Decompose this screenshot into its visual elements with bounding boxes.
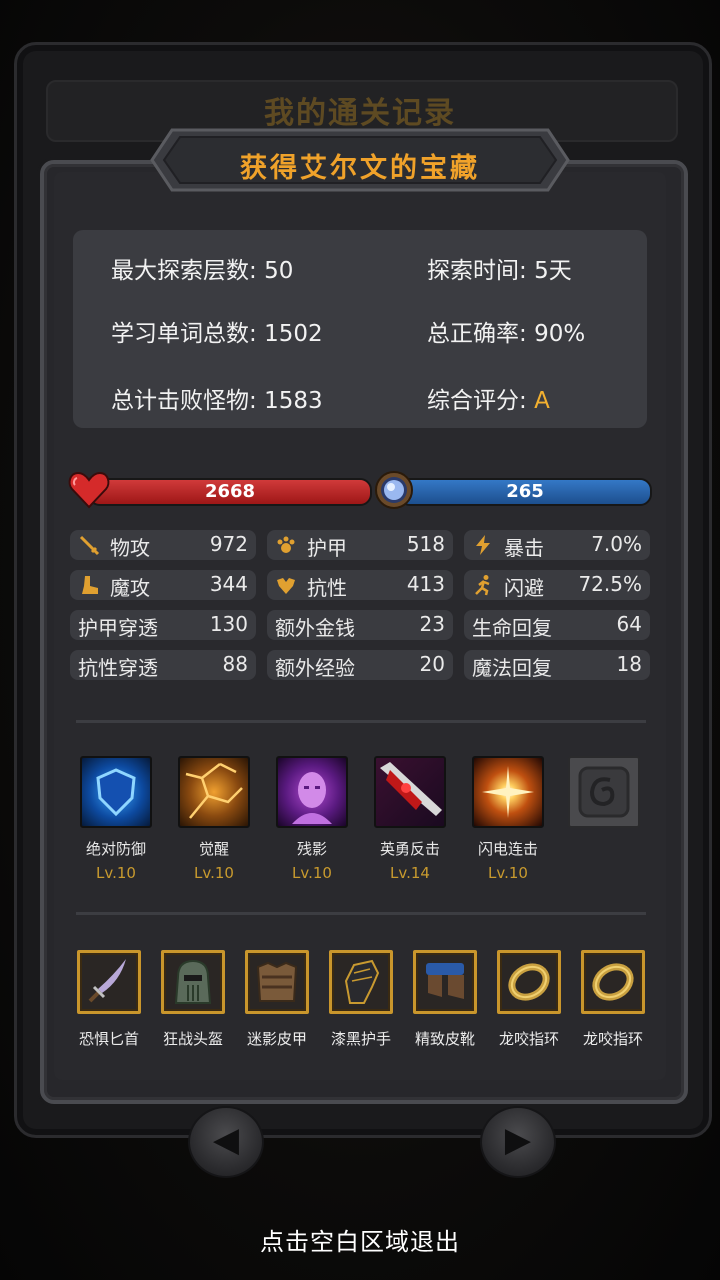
flash-burst-icon	[472, 756, 544, 828]
back-panel-title: 我的通关记录	[264, 96, 456, 131]
divider	[76, 912, 646, 915]
awakening-cracks-icon	[178, 756, 250, 828]
ring-icon	[581, 950, 645, 1014]
gauntlet-icon	[329, 950, 393, 1014]
stat-hp-regen: 生命回复 64	[464, 610, 650, 640]
purple-face-icon	[276, 756, 348, 828]
bloody-blade-icon	[374, 756, 446, 828]
record-max-floor: 最大探索层数: 50	[111, 258, 294, 284]
helmet-icon	[161, 950, 225, 1014]
stat-critical: 暴击 7.0%	[464, 530, 650, 560]
stat-physical-attack: 物攻 972	[70, 530, 256, 560]
record-monsters: 总计击败怪物: 1583	[111, 388, 323, 414]
mana-orb-icon	[375, 471, 413, 509]
exit-hint: 点击空白区域退出	[260, 1228, 460, 1256]
record-explore-time: 探索时间: 5天	[427, 258, 572, 284]
resistance-icon	[277, 578, 295, 594]
stat-magic-attack: 魔攻 344	[70, 570, 256, 600]
arrow-left-icon: ◀	[212, 1120, 240, 1160]
leather-armor-icon	[245, 950, 309, 1014]
next-page-button[interactable]: ▶	[480, 1106, 556, 1178]
stat-dodge: 闪避 72.5%	[464, 570, 650, 600]
stat-extra-gold: 额外金钱 23	[267, 610, 453, 640]
stat-armor: 护甲 518	[267, 530, 453, 560]
record-accuracy: 总正确率: 90%	[427, 321, 586, 347]
stat-resistance-penetration: 抗性穿透 88	[70, 650, 256, 680]
empty-skill-slot-icon	[568, 756, 640, 828]
dagger-icon	[77, 950, 141, 1014]
stat-extra-exp: 额外经验 20	[267, 650, 453, 680]
record-rating: 综合评分: A	[427, 388, 550, 414]
stat-mp-regen: 魔法回复 18	[464, 650, 650, 680]
running-man-icon	[475, 575, 490, 596]
heart-icon	[68, 471, 110, 509]
ring-icon	[497, 950, 561, 1014]
arrow-right-icon: ▶	[504, 1120, 532, 1160]
record-total-words: 学习单词总数: 1502	[111, 321, 323, 347]
mp-bar: 265	[398, 478, 652, 506]
prev-page-button[interactable]: ◀	[188, 1106, 264, 1178]
boots-icon	[413, 950, 477, 1014]
lightning-icon	[476, 535, 490, 555]
magic-boot-icon	[82, 576, 98, 594]
blue-shield-icon	[80, 756, 152, 828]
divider	[76, 720, 646, 723]
stat-armor-penetration: 护甲穿透 130	[70, 610, 256, 640]
stat-resistance: 抗性 413	[267, 570, 453, 600]
sword-icon	[79, 535, 100, 556]
paw-armor-icon	[277, 536, 295, 553]
result-title: 获得艾尔文的宝藏	[240, 153, 480, 184]
hp-bar: 2668	[88, 478, 372, 506]
